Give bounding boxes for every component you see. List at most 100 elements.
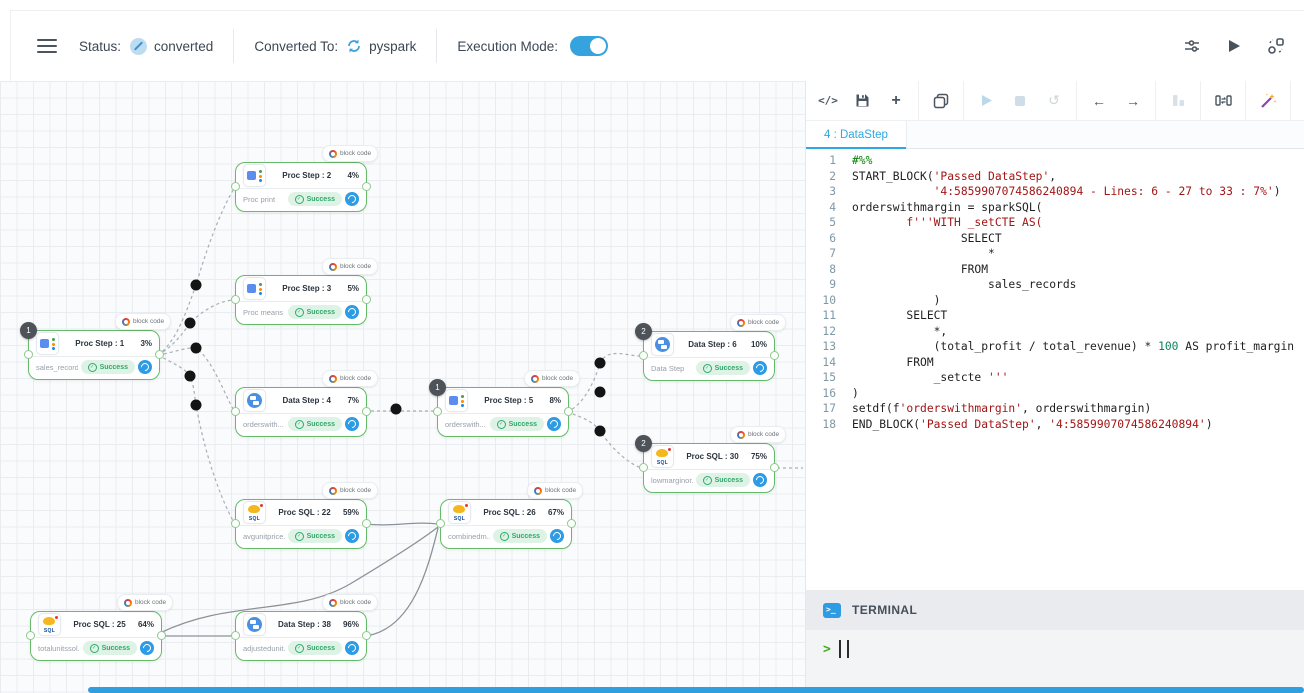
back-arrow-icon[interactable]: ← xyxy=(1090,92,1108,110)
pipeline-node[interactable]: 2block codeData Step : 610%Data Step✓Suc… xyxy=(643,331,775,381)
node-percent: 96% xyxy=(343,620,359,629)
code-line[interactable]: 2START_BLOCK('Passed DataStep', xyxy=(806,169,1304,185)
node-refresh-button[interactable] xyxy=(138,360,152,374)
node-refresh-button[interactable] xyxy=(345,192,359,206)
pipeline-node[interactable]: 1block codeProc Step : 58%orderswith...✓… xyxy=(437,387,569,437)
input-port[interactable] xyxy=(436,519,445,528)
node-refresh-button[interactable] xyxy=(345,529,359,543)
block-code-pill[interactable]: block code xyxy=(115,313,171,330)
pipeline-node[interactable]: block codeProc Step : 35%Proc means✓Succ… xyxy=(235,275,367,325)
input-port[interactable] xyxy=(231,182,240,191)
block-code-label: block code xyxy=(340,487,371,494)
node-refresh-button[interactable] xyxy=(753,473,767,487)
block-code-pill[interactable]: block code xyxy=(524,370,580,387)
compare-icon[interactable] xyxy=(1214,92,1232,110)
chart-icon[interactable] xyxy=(1169,92,1187,110)
block-code-pill[interactable]: block code xyxy=(730,314,786,331)
code-line[interactable]: 17setdf(f'orderswithmargin', orderswithm… xyxy=(806,401,1304,417)
block-code-pill[interactable]: block code xyxy=(527,482,583,499)
pipeline-node[interactable]: block codeSQLProc SQL : 2564%totalunitss… xyxy=(30,611,162,661)
code-line[interactable]: 11 SELECT xyxy=(806,308,1304,324)
code-line[interactable]: 12 *, xyxy=(806,324,1304,340)
output-port[interactable] xyxy=(362,295,371,304)
node-refresh-button[interactable] xyxy=(547,417,561,431)
node-refresh-button[interactable] xyxy=(753,361,767,375)
code-editor[interactable]: 1#%%2START_BLOCK('Passed DataStep',3 '4:… xyxy=(806,149,1304,594)
code-line[interactable]: 4orderswithmargin = sparkSQL( xyxy=(806,200,1304,216)
arrange-layout-icon[interactable] xyxy=(1266,36,1286,56)
block-code-pill[interactable]: block code xyxy=(730,426,786,443)
output-port[interactable] xyxy=(770,463,779,472)
code-line[interactable]: 16) xyxy=(806,386,1304,402)
output-port[interactable] xyxy=(362,519,371,528)
output-port[interactable] xyxy=(770,351,779,360)
terminal-input-area[interactable]: > xyxy=(806,630,1304,693)
code-line[interactable]: 9 sales_records xyxy=(806,277,1304,293)
output-port[interactable] xyxy=(362,407,371,416)
settings-sliders-icon[interactable] xyxy=(1182,36,1202,56)
pipeline-node[interactable]: block codeData Step : 47%orderswith...✓S… xyxy=(235,387,367,437)
input-port[interactable] xyxy=(231,407,240,416)
node-refresh-button[interactable] xyxy=(345,417,359,431)
node-refresh-button[interactable] xyxy=(550,529,564,543)
code-line[interactable]: 3 '4:5859907074586240894 - Lines: 6 - 27… xyxy=(806,184,1304,200)
copy-icon[interactable] xyxy=(932,92,950,110)
forward-arrow-icon[interactable]: → xyxy=(1124,92,1142,110)
pipeline-canvas[interactable]: 1block codeProc Step : 13%sales_records✓… xyxy=(0,81,805,693)
add-icon[interactable]: + xyxy=(887,92,905,110)
code-line[interactable]: 15 _setcte ''' xyxy=(806,370,1304,386)
block-code-pill[interactable]: block code xyxy=(322,370,378,387)
horizontal-scrollbar[interactable] xyxy=(88,687,1304,693)
block-code-pill[interactable]: block code xyxy=(117,594,173,611)
input-port[interactable] xyxy=(231,519,240,528)
data-step-icon xyxy=(243,613,266,636)
stop-icon[interactable] xyxy=(1011,92,1029,110)
pipeline-node[interactable]: block codeProc Step : 24%Proc print✓Succ… xyxy=(235,162,367,212)
code-line[interactable]: 13 (total_profit / total_revenue) * 100 … xyxy=(806,339,1304,355)
run-all-icon[interactable] xyxy=(1226,38,1242,54)
code-line[interactable]: 10 ) xyxy=(806,293,1304,309)
node-refresh-button[interactable] xyxy=(140,641,154,655)
code-line[interactable]: 5 f'''WITH _setCTE AS( xyxy=(806,215,1304,231)
block-code-pill[interactable]: block code xyxy=(322,145,378,162)
output-port[interactable] xyxy=(362,182,371,191)
code-icon[interactable]: </> xyxy=(819,92,837,110)
block-code-pill[interactable]: block code xyxy=(322,482,378,499)
input-port[interactable] xyxy=(639,463,648,472)
sql-step-icon: SQL xyxy=(38,613,61,636)
terminal-header[interactable]: >_ TERMINAL xyxy=(806,590,1304,630)
output-port[interactable] xyxy=(564,407,573,416)
output-port[interactable] xyxy=(362,631,371,640)
code-line[interactable]: 8 FROM xyxy=(806,262,1304,278)
input-port[interactable] xyxy=(24,350,33,359)
input-port[interactable] xyxy=(433,407,442,416)
input-port[interactable] xyxy=(26,631,35,640)
save-icon[interactable] xyxy=(853,92,871,110)
output-port[interactable] xyxy=(567,519,576,528)
execution-mode-toggle[interactable] xyxy=(570,36,608,56)
reset-icon[interactable]: ↺ xyxy=(1045,92,1063,110)
hamburger-menu-icon[interactable] xyxy=(37,39,57,53)
input-port[interactable] xyxy=(231,295,240,304)
pipeline-node[interactable]: 2block codeSQLProc SQL : 3075%lowmargino… xyxy=(643,443,775,493)
pipeline-node[interactable]: block codeSQLProc SQL : 2259%avgunitpric… xyxy=(235,499,367,549)
pipeline-node[interactable]: 1block codeProc Step : 13%sales_records✓… xyxy=(28,330,160,380)
code-line[interactable]: 6 SELECT xyxy=(806,231,1304,247)
block-code-pill[interactable]: block code xyxy=(322,594,378,611)
code-line[interactable]: 18END_BLOCK('Passed DataStep', '4:585990… xyxy=(806,417,1304,433)
node-refresh-button[interactable] xyxy=(345,641,359,655)
pipeline-node[interactable]: block codeSQLProc SQL : 2667%combinedm..… xyxy=(440,499,572,549)
node-refresh-button[interactable] xyxy=(345,305,359,319)
tab-datastep[interactable]: 4 : DataStep xyxy=(806,121,907,148)
input-port[interactable] xyxy=(639,351,648,360)
block-code-pill[interactable]: block code xyxy=(322,258,378,275)
play-icon[interactable] xyxy=(977,92,995,110)
input-port[interactable] xyxy=(231,631,240,640)
pipeline-node[interactable]: block codeData Step : 3896%adjustedunit.… xyxy=(235,611,367,661)
code-line[interactable]: 14 FROM xyxy=(806,355,1304,371)
magic-wand-icon[interactable] xyxy=(1259,92,1277,110)
output-port[interactable] xyxy=(155,350,164,359)
output-port[interactable] xyxy=(157,631,166,640)
code-line[interactable]: 7 * xyxy=(806,246,1304,262)
code-line[interactable]: 1#%% xyxy=(806,153,1304,169)
